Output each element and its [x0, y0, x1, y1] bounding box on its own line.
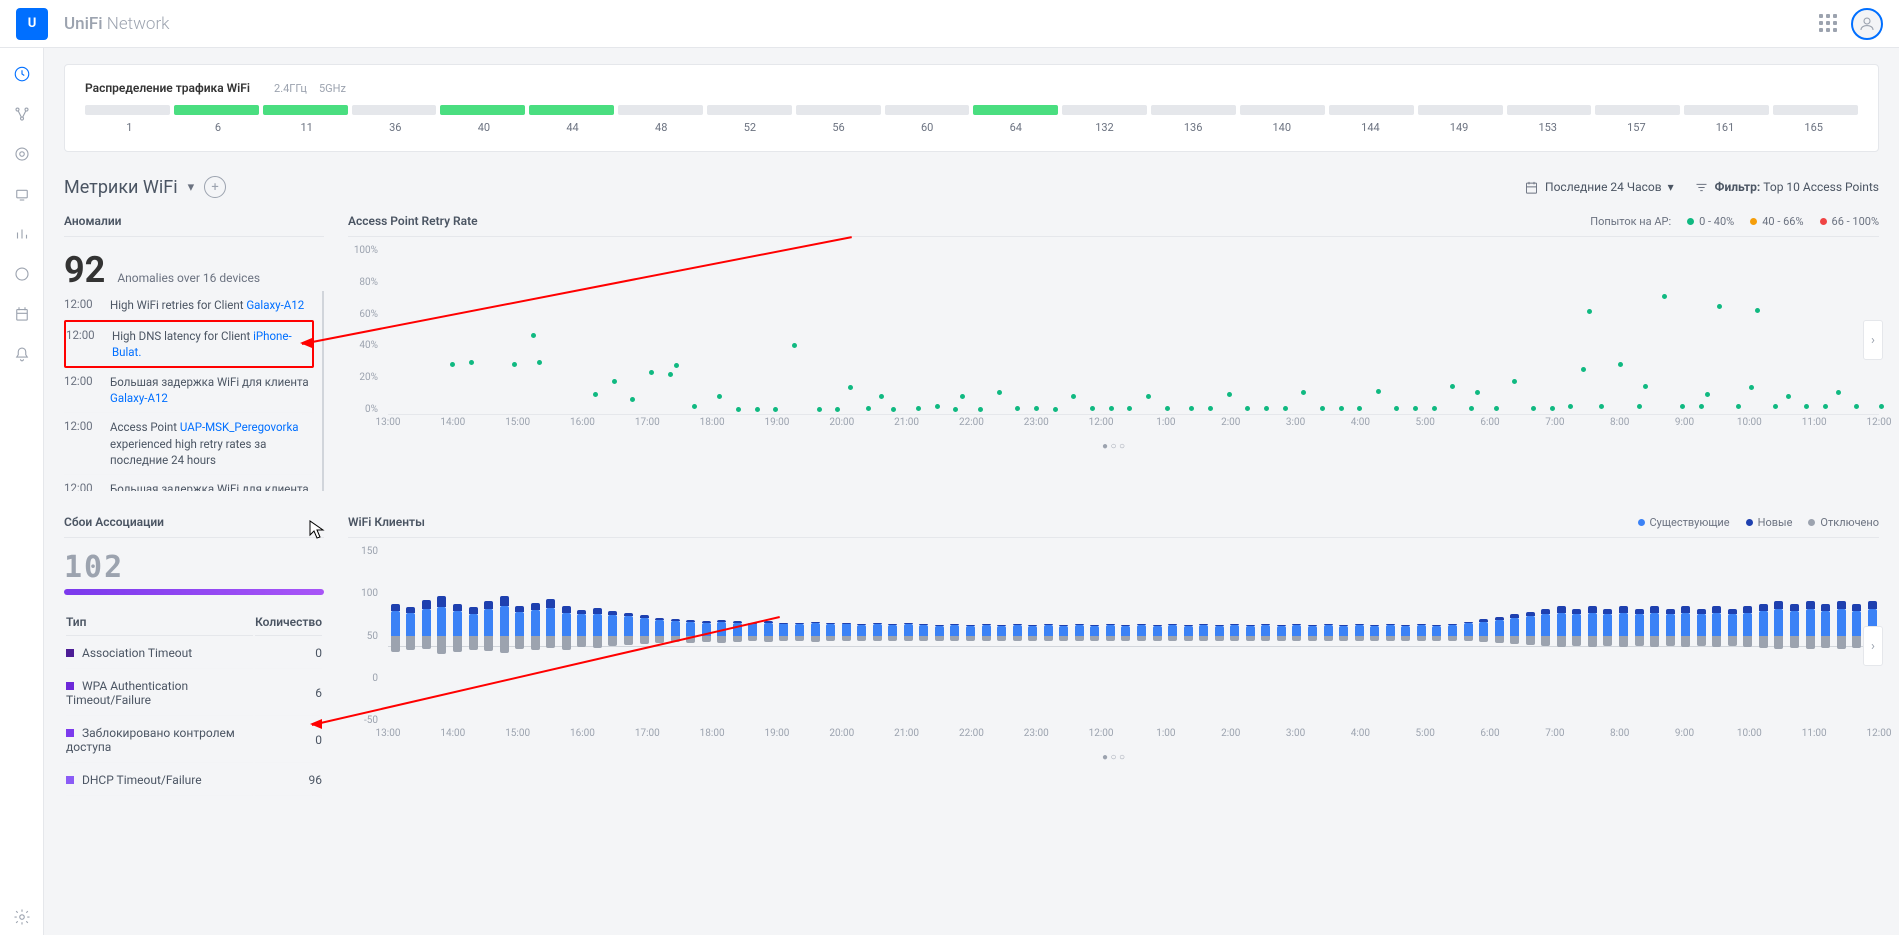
metrics-title: Метрики WiFi [64, 177, 178, 198]
retry-legend: Попыток на AP:0 - 40%40 - 66%66 - 100% [1590, 215, 1879, 228]
channel-bar [85, 105, 1858, 115]
nav-devices[interactable] [4, 136, 40, 172]
main-content: Распределение трафика WiFi 2.4ГГц5GHz 16… [44, 48, 1899, 935]
assoc-row[interactable]: WPA Authentication Timeout/Failure6 [66, 671, 322, 716]
arrow-head-1 [300, 338, 312, 348]
clients-y-axis: 150100500-50 [348, 546, 384, 726]
retry-x-axis: 13:0014:0015:0016:0017:0018:0019:0020:00… [388, 417, 1879, 435]
brand: UniFi Network [64, 14, 170, 34]
retry-chart-title: Access Point Retry Rate [348, 214, 478, 228]
traffic-card: Распределение трафика WiFi 2.4ГГц5GHz 16… [64, 64, 1879, 152]
apps-icon[interactable] [1819, 14, 1839, 34]
anomaly-row[interactable]: 12:00Большая задержка WiFi для клиента G… [64, 368, 314, 413]
cursor-icon [309, 520, 325, 540]
clients-legend: СуществующиеНовыеОтключено [1638, 516, 1880, 529]
nav-settings[interactable] [4, 899, 40, 935]
assoc-bar [64, 589, 324, 595]
clients-x-axis: 13:0014:0015:0016:0017:0018:0019:0020:00… [388, 728, 1879, 746]
channel-labels: 1611364044485256606413213614014414915315… [85, 121, 1858, 135]
assoc-table: ТипКоличество Association Timeout0WPA Au… [64, 607, 324, 798]
anomalies-sub: Anomalies over 16 devices [117, 271, 260, 285]
traffic-title: Распределение трафика WiFi [85, 81, 250, 95]
avatar[interactable] [1851, 8, 1883, 40]
assoc-row[interactable]: DHCP Timeout/Failure96 [66, 765, 322, 796]
anomalies-title: Аномалии [64, 214, 324, 237]
topbar: U UniFi Network [0, 0, 1899, 48]
filter-dropdown[interactable]: Фильтр: Top 10 Access Points [1694, 180, 1879, 195]
nav-stats[interactable] [4, 216, 40, 252]
chevron-down-icon[interactable]: ▾ [188, 180, 195, 195]
assoc-panel: Сбои Ассоциации 102 ТипКоличество Associ… [64, 515, 324, 798]
logo-badge[interactable]: U [16, 8, 48, 40]
clients-chart-panel: WiFi Клиенты СуществующиеНовыеОтключено … [348, 515, 1879, 798]
nav-alerts[interactable] [4, 336, 40, 372]
retry-plot [388, 245, 1879, 415]
nav-dashboard[interactable] [4, 56, 40, 92]
chevron-right-icon[interactable]: › [1863, 626, 1883, 666]
time-range-dropdown[interactable]: Последние 24 Часов ▾ [1524, 180, 1674, 195]
anomaly-row[interactable]: 12:00Access Point UAP-MSK_Peregovorka ex… [64, 413, 314, 474]
anomalies-count: 92 [64, 249, 105, 291]
chevron-right-icon[interactable]: › [1863, 320, 1883, 360]
pager-dots[interactable]: ● ○ ○ [348, 752, 1879, 763]
clients-plot [388, 546, 1879, 726]
arrow-head-2 [310, 719, 322, 729]
anomaly-row[interactable]: 12:00High WiFi retries for Client Galaxy… [64, 291, 314, 320]
assoc-count: 102 [64, 550, 324, 585]
anomalies-panel: Аномалии 92 Anomalies over 16 devices 12… [64, 214, 324, 491]
nav-events[interactable] [4, 296, 40, 332]
add-button[interactable]: + [204, 176, 226, 198]
nav-clients[interactable] [4, 176, 40, 212]
nav-topology[interactable] [4, 96, 40, 132]
metrics-header: Метрики WiFi ▾ + Последние 24 Часов ▾ Фи… [64, 176, 1879, 198]
anomaly-list: 12:00High WiFi retries for Client Galaxy… [64, 291, 324, 491]
assoc-row[interactable]: Association Timeout0 [66, 638, 322, 669]
anomaly-row[interactable]: 12:00Большая задержка WiFi для клиента a… [64, 475, 314, 491]
sidebar [0, 48, 44, 935]
retry-chart-panel: Access Point Retry Rate Попыток на AP:0 … [348, 214, 1879, 491]
assoc-row[interactable]: Заблокировано контролем доступа0 [66, 718, 322, 763]
nav-insights[interactable] [4, 256, 40, 292]
assoc-title: Сбои Ассоциации [64, 515, 324, 538]
clients-chart-title: WiFi Клиенты [348, 515, 425, 529]
pager-dots[interactable]: ● ○ ○ [348, 441, 1879, 452]
anomaly-row[interactable]: 12:00High DNS latency for Client iPhone-… [64, 320, 314, 368]
